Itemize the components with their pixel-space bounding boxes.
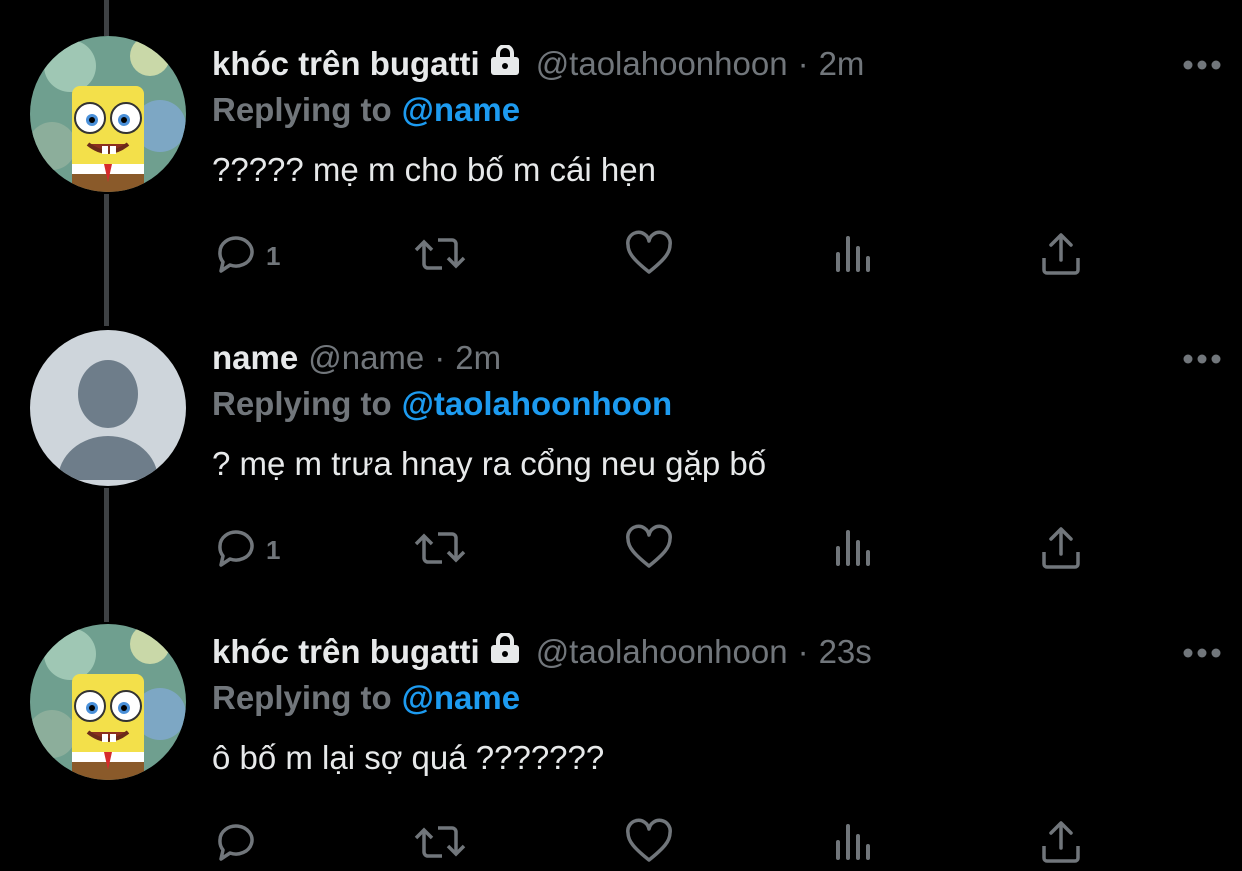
views-icon: [832, 230, 878, 283]
replying-to: Replying to @name: [212, 90, 1222, 130]
views-icon: [832, 818, 878, 871]
mention-link[interactable]: @taolahoonhoon: [402, 385, 672, 422]
separator: ·: [797, 633, 809, 670]
spongebob-avatar-image: [30, 36, 186, 192]
views-button[interactable]: [832, 818, 878, 871]
like-icon: [624, 818, 674, 871]
more-icon[interactable]: [1182, 352, 1222, 371]
tweet-text: ô bố m lại sợ quá ???????: [212, 739, 605, 776]
share-icon: [1038, 230, 1084, 283]
views-button[interactable]: [832, 230, 878, 283]
mention-link[interactable]: @name: [402, 91, 520, 128]
tweet-text: ????? mẹ m cho bố m cái hẹn: [212, 151, 656, 188]
user-handle[interactable]: @name: [308, 338, 424, 378]
mention-link[interactable]: @name: [402, 679, 520, 716]
reply-button[interactable]: 1: [212, 230, 280, 283]
like-button[interactable]: [624, 524, 674, 577]
reply-icon: [212, 524, 260, 577]
reply-count: 1: [266, 535, 281, 565]
user-handle[interactable]: @taolahoonhoon: [536, 44, 788, 84]
thread-line-2: [104, 488, 109, 622]
avatar[interactable]: [30, 624, 186, 780]
timestamp[interactable]: 2m: [455, 338, 501, 378]
default-avatar-image: [30, 330, 186, 486]
tweet-actions: [212, 818, 1092, 868]
like-button[interactable]: [624, 230, 674, 283]
retweet-button[interactable]: [412, 230, 468, 283]
avatar[interactable]: [30, 36, 186, 192]
reply-icon: [212, 230, 260, 283]
lock-icon: [488, 632, 522, 672]
tweet-actions: 1: [212, 524, 1092, 574]
tweet-actions: 1: [212, 230, 1092, 280]
views-button[interactable]: [832, 524, 878, 577]
retweet-button[interactable]: [412, 818, 468, 871]
tweet-text: ? mẹ m trưa hnay ra cổng neu gặp bố: [212, 445, 767, 482]
tweet-header: khóc trên bugatti @taolahoonhoon · 23s: [212, 632, 1222, 672]
timestamp[interactable]: 2m: [819, 44, 865, 84]
replying-to: Replying to @name: [212, 678, 1222, 718]
thread-line-1: [104, 194, 109, 326]
tweet-header: khóc trên bugatti @taolahoonhoon · 2m: [212, 44, 1222, 84]
separator: ·: [434, 339, 446, 376]
retweet-button[interactable]: [412, 524, 468, 577]
reply-count: 1: [266, 241, 281, 271]
like-icon: [624, 524, 674, 577]
display-name[interactable]: khóc trên bugatti: [212, 632, 480, 672]
share-icon: [1038, 818, 1084, 871]
reply-button[interactable]: [212, 818, 260, 871]
lock-icon: [488, 44, 522, 84]
display-name[interactable]: name: [212, 338, 298, 378]
retweet-icon: [412, 818, 468, 871]
replying-to-label: Replying to: [212, 679, 392, 716]
share-icon: [1038, 524, 1084, 577]
retweet-icon: [412, 230, 468, 283]
replying-to: Replying to @taolahoonhoon: [212, 384, 1222, 424]
more-icon[interactable]: [1182, 58, 1222, 77]
separator: ·: [797, 45, 809, 82]
reply-button[interactable]: 1: [212, 524, 280, 577]
share-button[interactable]: [1038, 818, 1084, 871]
spongebob-avatar-image: [30, 624, 186, 780]
thread-line-top: [104, 0, 109, 36]
retweet-icon: [412, 524, 468, 577]
like-icon: [624, 230, 674, 283]
user-handle[interactable]: @taolahoonhoon: [536, 632, 788, 672]
display-name[interactable]: khóc trên bugatti: [212, 44, 480, 84]
avatar[interactable]: [30, 330, 186, 486]
replying-to-label: Replying to: [212, 385, 392, 422]
replying-to-label: Replying to: [212, 91, 392, 128]
reply-icon: [212, 818, 260, 871]
tweet-header: name @name · 2m: [212, 338, 1222, 378]
like-button[interactable]: [624, 818, 674, 871]
share-button[interactable]: [1038, 230, 1084, 283]
timestamp[interactable]: 23s: [819, 632, 872, 672]
more-icon[interactable]: [1182, 646, 1222, 665]
views-icon: [832, 524, 878, 577]
share-button[interactable]: [1038, 524, 1084, 577]
